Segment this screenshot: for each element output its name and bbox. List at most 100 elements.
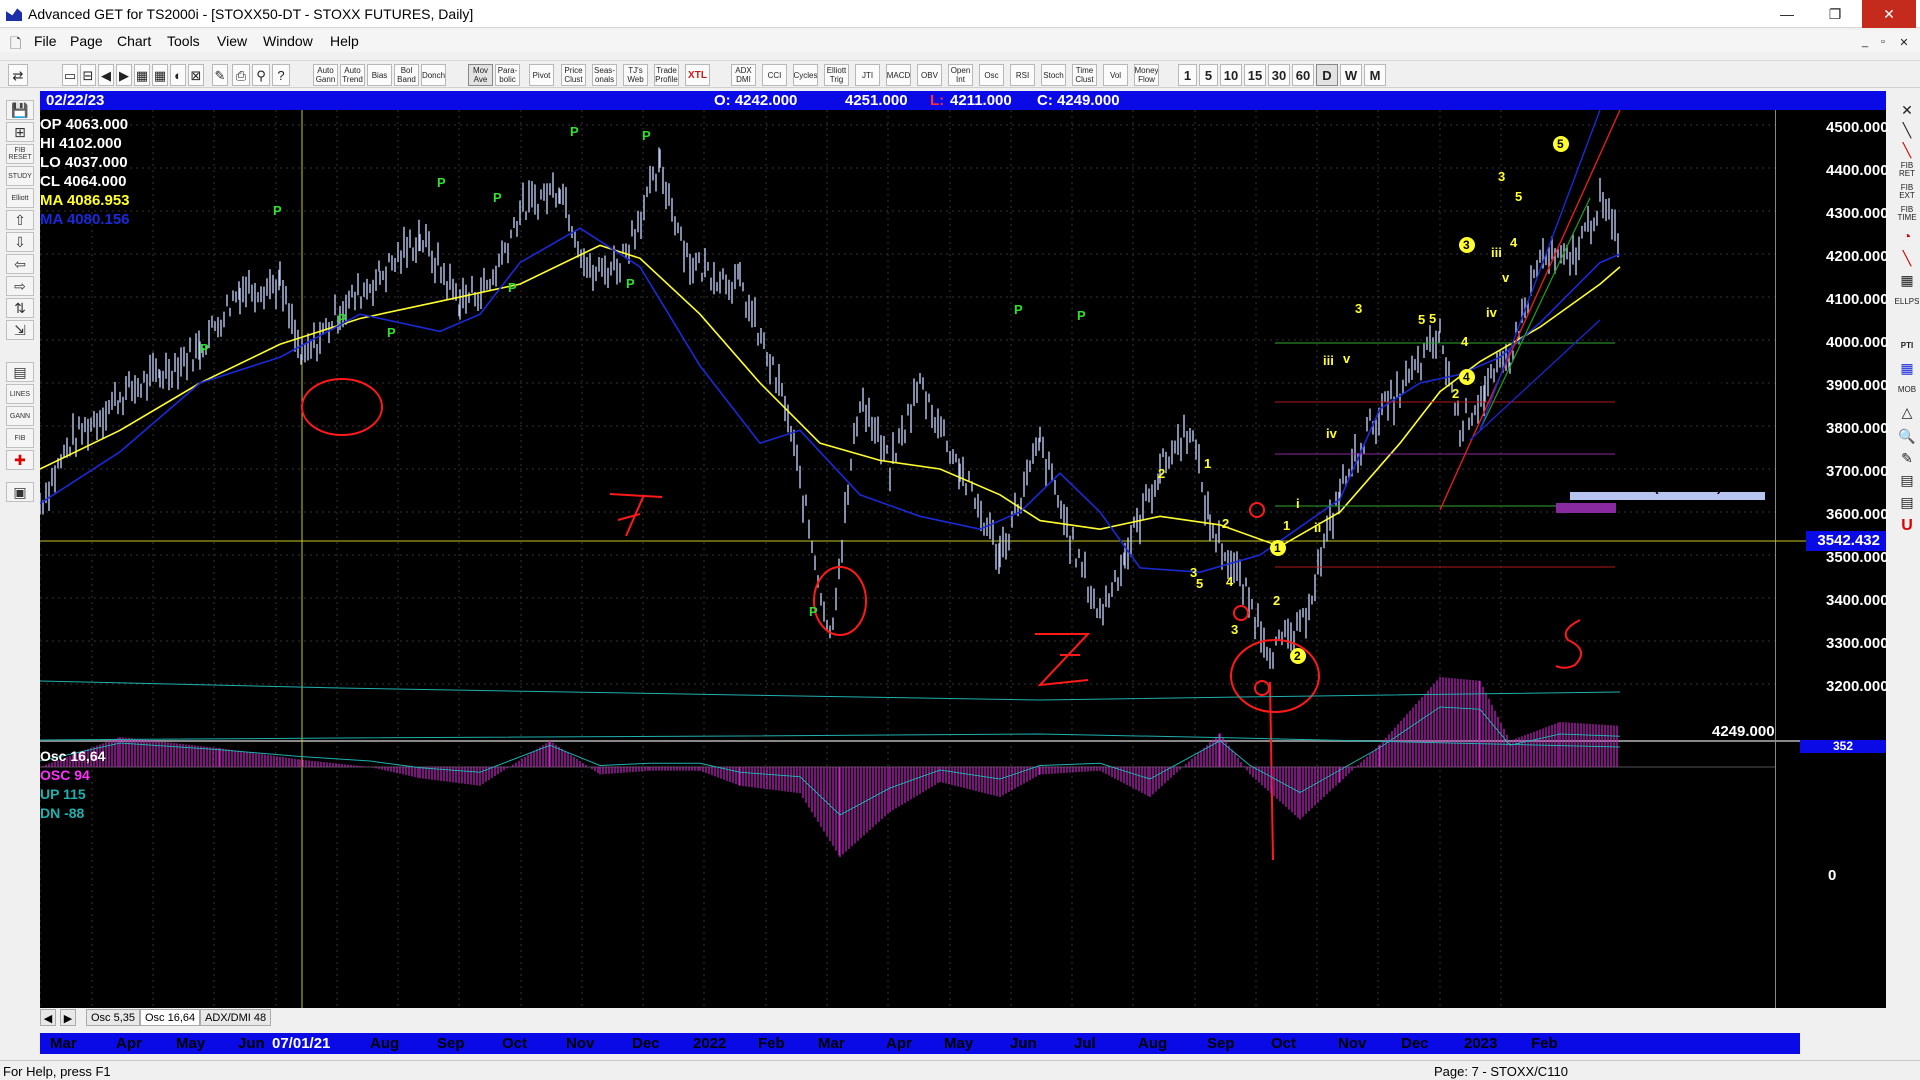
toolbar-back-icon[interactable]: ◀	[98, 64, 114, 86]
ellipse-tool[interactable]: ELLPS	[1895, 292, 1919, 312]
trendline-icon[interactable]: ╲	[1895, 120, 1919, 140]
fib-tool[interactable]: FIB	[6, 428, 34, 448]
tab-scroll-left-icon[interactable]: ◀	[40, 1009, 56, 1026]
study-donch-button[interactable]: Donch	[421, 64, 446, 86]
maximize-button[interactable]: ❐	[1812, 0, 1858, 28]
study-macd-button[interactable]: MACD	[886, 64, 911, 86]
undo-u-icon[interactable]: U	[1895, 516, 1919, 536]
study-xtl-button[interactable]: XTL	[685, 64, 710, 86]
fib-extension-tool[interactable]: FIB EXT	[1895, 182, 1919, 202]
study-vol-button[interactable]: Vol	[1103, 64, 1128, 86]
toolbar-forward-icon[interactable]: ▶	[116, 64, 132, 86]
period-10-button[interactable]: 10	[1220, 64, 1242, 86]
compress-icon[interactable]: ⇲	[6, 320, 34, 340]
fib-reset-tool[interactable]: FIB RESET	[6, 144, 34, 164]
elliott-tool[interactable]: Elliott	[6, 188, 34, 208]
study-mov-ave-button[interactable]: Mov Ave	[468, 64, 493, 86]
period-60-button[interactable]: 60	[1292, 64, 1314, 86]
period-monthly-button[interactable]: M	[1364, 64, 1386, 86]
pencil-icon[interactable]: ✎	[1895, 448, 1919, 468]
document-icon[interactable]: 🗋	[10, 33, 21, 57]
period-1-button[interactable]: 1	[1178, 64, 1197, 86]
arrow-down-icon[interactable]: ⇩	[6, 232, 34, 252]
toolbar-grid2-icon[interactable]: ▦	[152, 64, 168, 86]
study-bias-button[interactable]: Bias	[367, 64, 392, 86]
study-rsi-button[interactable]: RSI	[1010, 64, 1035, 86]
scale-icon[interactable]: ⇅	[6, 298, 34, 318]
toolbar-zoom-icon[interactable]: ⚲	[252, 64, 270, 86]
list-icon[interactable]: ▤	[1895, 470, 1919, 490]
arc-icon[interactable]: ◔	[1895, 226, 1919, 246]
menu-file[interactable]: File	[34, 33, 57, 49]
study-parabolic-button[interactable]: Para- bolic	[495, 64, 520, 86]
tab-scroll-right-icon[interactable]: ▶	[60, 1009, 76, 1026]
window-tool-icon[interactable]: ▣	[6, 482, 34, 502]
save-template-icon[interactable]: 💾	[6, 100, 34, 120]
crosshair-icon[interactable]: ✚	[6, 450, 34, 470]
study-cci-button[interactable]: CCI	[762, 64, 787, 86]
fib-time-tool[interactable]: FIB TIME	[1895, 204, 1919, 224]
gann-tool[interactable]: GANN	[6, 406, 34, 426]
menu-page[interactable]: Page	[70, 33, 103, 49]
study-price-clust-button[interactable]: Price Clust	[561, 64, 586, 86]
list2-icon[interactable]: ▤	[1895, 492, 1919, 512]
red-line-icon[interactable]: ╲	[1895, 140, 1919, 160]
toolbar-print-icon[interactable]: ⎙	[232, 64, 250, 86]
menu-help[interactable]: Help	[330, 33, 359, 49]
toolbar-layout-icon[interactable]: ⊟	[80, 64, 96, 86]
mdi-close-button[interactable]: ✕	[1893, 33, 1915, 51]
period-15-button[interactable]: 15	[1244, 64, 1266, 86]
channel-icon[interactable]: ╲	[1895, 248, 1919, 268]
study-pivot-button[interactable]: Pivot	[529, 64, 554, 86]
pti-tool[interactable]: PTI	[1895, 336, 1919, 356]
study-time-clust-button[interactable]: Time Clust	[1072, 64, 1097, 86]
tab-adx-dmi[interactable]: ADX/DMI 48	[200, 1009, 272, 1026]
table-icon[interactable]: ▤	[6, 362, 34, 382]
triangle-icon[interactable]: △	[1895, 402, 1919, 422]
toolbar-link-icon[interactable]: ⇄	[8, 64, 28, 86]
study-jti-button[interactable]: JTI	[855, 64, 880, 86]
box-icon[interactable]: ▦	[1895, 270, 1919, 290]
arrow-left-icon[interactable]: ⇦	[6, 254, 34, 274]
menu-chart[interactable]: Chart	[117, 33, 151, 49]
period-30-button[interactable]: 30	[1268, 64, 1290, 86]
toolbar-color-icon[interactable]: ◐	[170, 64, 186, 86]
lines-tool[interactable]: LINES	[6, 384, 34, 404]
menu-view[interactable]: View	[217, 33, 247, 49]
study-obv-button[interactable]: OBV	[917, 64, 942, 86]
study-stoch-button[interactable]: Stoch	[1041, 64, 1066, 86]
menu-window[interactable]: Window	[263, 33, 313, 49]
mdi-restore-button[interactable]: ▫	[1872, 33, 1894, 51]
study-trade-profile-button[interactable]: Trade Profile	[654, 64, 679, 86]
period-weekly-button[interactable]: W	[1340, 64, 1362, 86]
study-money-flow-button[interactable]: Money Flow	[1134, 64, 1159, 86]
toolbar-delete-icon[interactable]: ⊠	[188, 64, 204, 86]
menu-tools[interactable]: Tools	[167, 33, 200, 49]
toolbar-edit-icon[interactable]: ✎	[212, 64, 228, 86]
study-adx-dmi-button[interactable]: ADX DMI	[731, 64, 756, 86]
toolbar-new-icon[interactable]: ▭	[62, 64, 78, 86]
study-osc-button[interactable]: Osc	[979, 64, 1004, 86]
study-open-int-button[interactable]: Open Int	[948, 64, 973, 86]
study-auto-gann-button[interactable]: Auto Gann	[313, 64, 338, 86]
fib-retracement-tool[interactable]: FIB RET	[1895, 160, 1919, 180]
arrow-right-icon[interactable]: ⇨	[6, 276, 34, 296]
tab-osc-5-35[interactable]: Osc 5,35	[86, 1009, 141, 1026]
arrow-up-icon[interactable]: ⇧	[6, 210, 34, 230]
study-seasonals-button[interactable]: Seas- onals	[592, 64, 617, 86]
toolbar-help-icon[interactable]: ?	[272, 64, 290, 86]
study-elliott-trig-button[interactable]: Elliott Trig	[824, 64, 849, 86]
period-daily-button[interactable]: D	[1316, 64, 1338, 86]
mob-tool[interactable]: MOB	[1895, 380, 1919, 400]
tab-osc-16-64[interactable]: Osc 16,64	[140, 1009, 201, 1026]
close-drawing-icon[interactable]: ✕	[1895, 100, 1919, 120]
study-tjs-web-button[interactable]: TJ's Web	[623, 64, 648, 86]
study-cycles-button[interactable]: Cycles	[793, 64, 818, 86]
zoom-icon[interactable]: 🔍	[1895, 426, 1919, 446]
chart-area[interactable]: P P P P P P P P P P P P P 1 2 3 4 5 3 5 4 2 1 2 3 2 1 i ii iii iv v 3 5 2 5…	[40, 110, 1889, 1008]
study-auto-trend-button[interactable]: Auto Trend	[340, 64, 365, 86]
grid-tool-icon[interactable]: ⊞	[6, 122, 34, 142]
minimize-button[interactable]: —	[1764, 0, 1810, 28]
toolbar-grid-icon[interactable]: ▦	[134, 64, 150, 86]
close-button[interactable]: ✕	[1862, 0, 1916, 28]
